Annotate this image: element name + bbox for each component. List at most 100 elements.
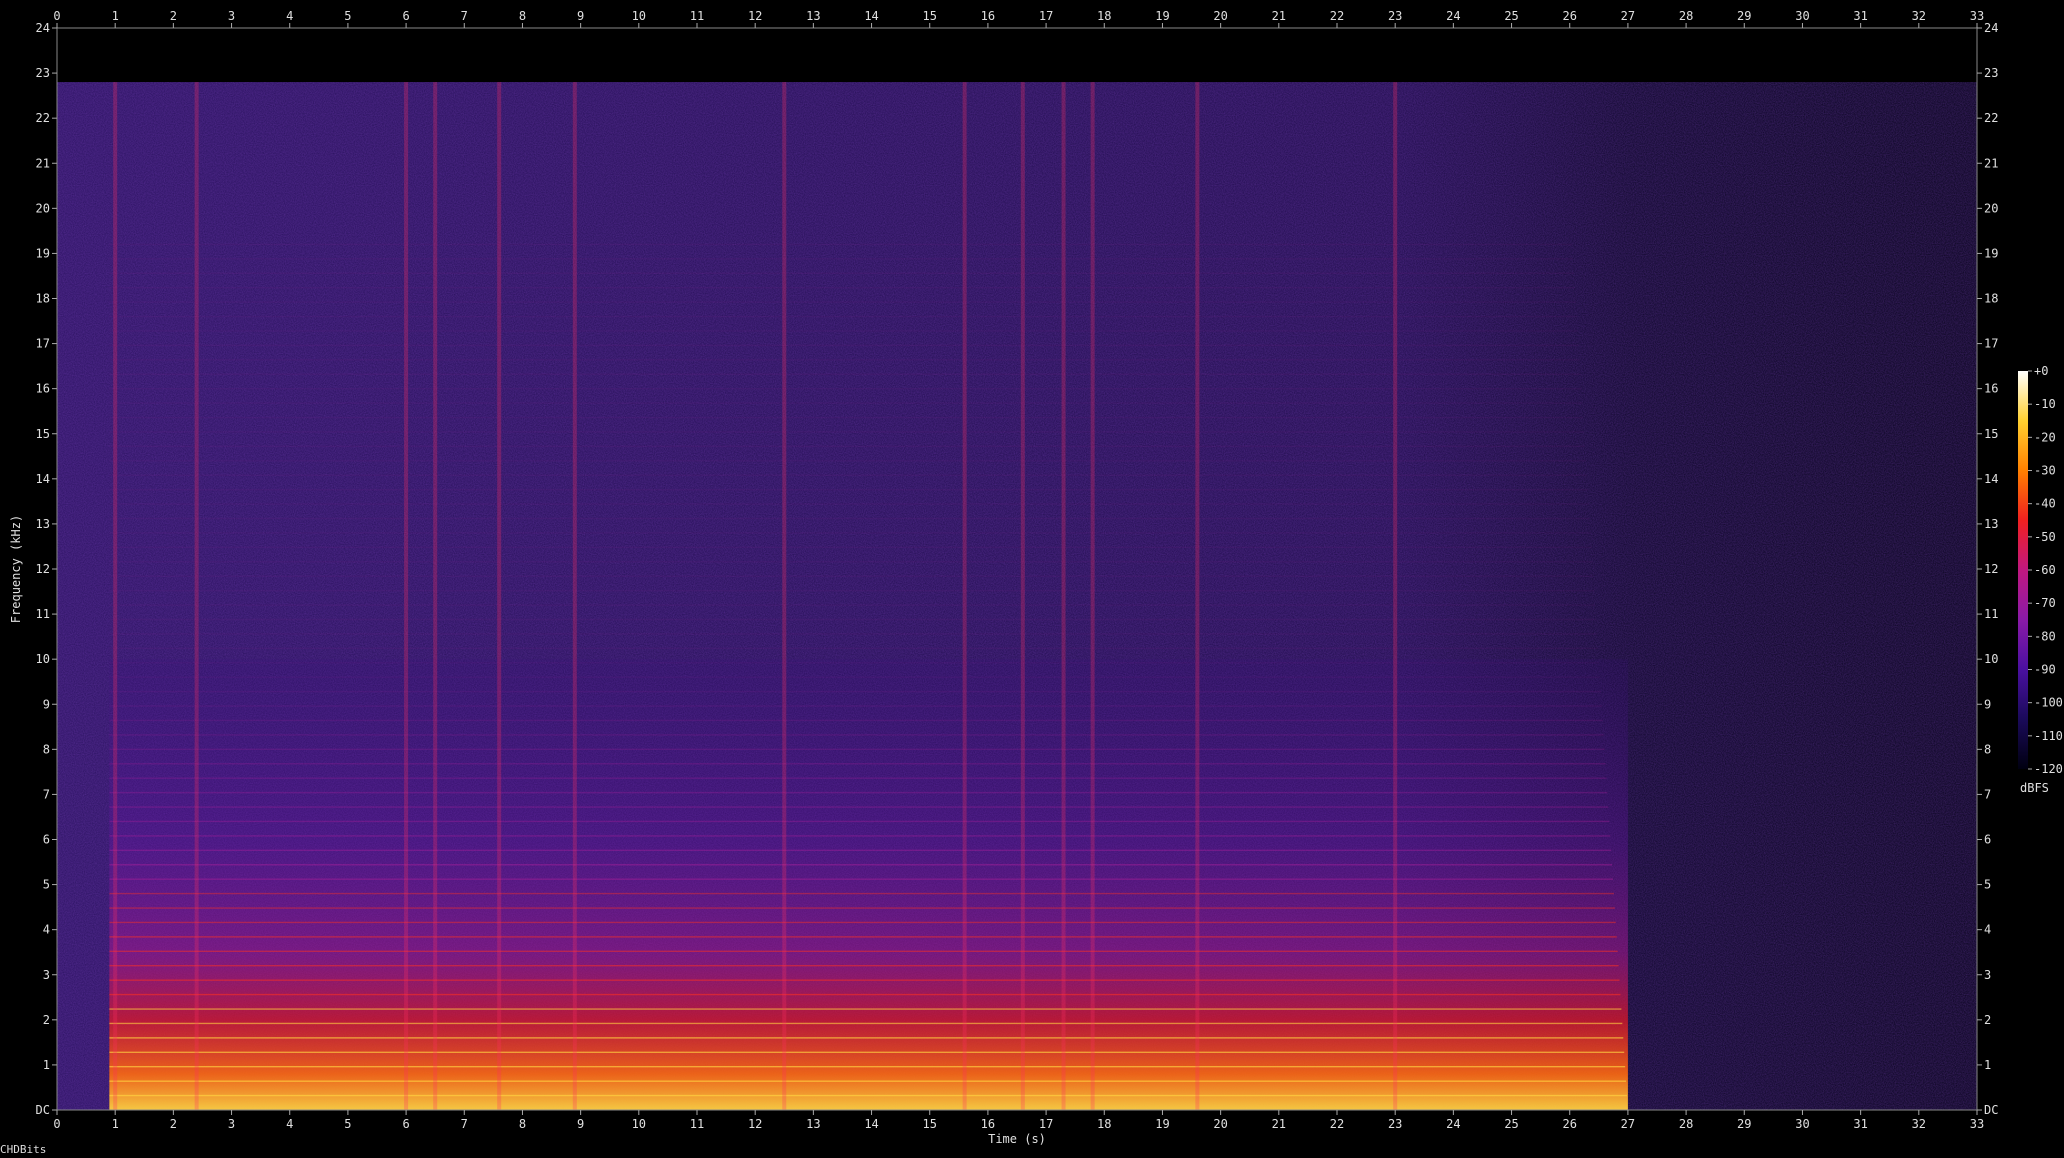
y-tick-label: 13	[1984, 517, 1998, 531]
x-tick-label: 5	[344, 9, 351, 23]
y-tick-label: 20	[1984, 201, 1998, 215]
x-tick-label: 5	[344, 1117, 351, 1131]
y-tick-label: 19	[36, 246, 50, 260]
x-tick-label: 16	[981, 1117, 995, 1131]
y-tick-label: 1	[43, 1058, 50, 1072]
y-tick-label: 14	[1984, 472, 1998, 486]
x-tick-label: 10	[632, 9, 646, 23]
colorbar-tick-label: +0	[2034, 364, 2048, 378]
x-tick-label: 25	[1504, 1117, 1518, 1131]
x-tick-label: 16	[981, 9, 995, 23]
colorbar-tick-label: -50	[2034, 530, 2056, 544]
transient-column	[782, 82, 787, 1111]
x-tick-label: 12	[748, 9, 762, 23]
x-tick-label: 22	[1330, 9, 1344, 23]
y-tick-label: 22	[36, 111, 50, 125]
colorbar-tick-label: -110	[2034, 729, 2063, 743]
y-tick-label: 3	[1984, 968, 1991, 982]
y-tick-label: 12	[36, 562, 50, 576]
x-tick-label: 18	[1097, 1117, 1111, 1131]
x-tick-label: 20	[1213, 9, 1227, 23]
x-tick-label: 28	[1679, 1117, 1693, 1131]
x-tick-label: 33	[1970, 1117, 1984, 1131]
x-tick-label: 14	[864, 1117, 878, 1131]
y-tick-label: 15	[36, 427, 50, 441]
x-tick-label: 11	[690, 9, 704, 23]
y-tick-label: 19	[1984, 246, 1998, 260]
x-axis-top: 0 1 2 3 4 5 6 7 8 9 10 11 12 13 14 15 16 17 18 19 20 21 22 23 24…	[53, 9, 1984, 28]
low-frequency-energy	[109, 659, 1628, 1110]
x-tick-label: 15	[923, 9, 937, 23]
colorbar-tick-label: -30	[2034, 464, 2056, 478]
x-tick-label: 23	[1388, 1117, 1402, 1131]
x-tick-label: 32	[1912, 1117, 1926, 1131]
x-tick-label: 11	[690, 1117, 704, 1131]
y-tick-label: 23	[36, 66, 50, 80]
y-tick-label: 11	[36, 607, 50, 621]
y-tick-label: 7	[43, 787, 50, 801]
plot-area	[56, 27, 1978, 1111]
y-axis-right: DC12345678910111213141516171819202122232…	[1977, 21, 1998, 1117]
y-tick-label: 10	[36, 652, 50, 666]
x-tick-label: 7	[461, 9, 468, 23]
colorbar-label: dBFS	[2020, 781, 2049, 795]
y-tick-label: 2	[1984, 1013, 1991, 1027]
transient-column	[433, 82, 438, 1111]
x-tick-label: 14	[864, 9, 878, 23]
y-tick-label: 7	[1984, 787, 1991, 801]
x-tick-label: 8	[519, 9, 526, 23]
y-tick-label: 5	[1984, 878, 1991, 892]
x-tick-label: 8	[519, 1117, 526, 1131]
x-tick-label: 26	[1563, 1117, 1577, 1131]
y-tick-label: 3	[43, 968, 50, 982]
y-tick-label: 17	[36, 337, 50, 351]
colorbar-tick-label: -90	[2034, 663, 2056, 677]
x-tick-label: 24	[1446, 9, 1460, 23]
transient-column	[1393, 82, 1398, 1111]
transient-column	[1020, 82, 1025, 1111]
x-tick-label: 3	[228, 9, 235, 23]
x-tick-label: 24	[1446, 1117, 1460, 1131]
x-tick-label: 6	[402, 9, 409, 23]
x-tick-label: 20	[1213, 1117, 1227, 1131]
transient-column	[404, 82, 409, 1111]
y-tick-label: 17	[1984, 337, 1998, 351]
transient-column	[1061, 82, 1066, 1111]
x-tick-label: 7	[461, 1117, 468, 1131]
y-tick-label: 24	[1984, 21, 1998, 35]
y-tick-label: 16	[36, 382, 50, 396]
x-axis-label: Time (s)	[988, 1132, 1046, 1146]
colorbar-tick-label: -100	[2034, 696, 2063, 710]
y-tick-label: 4	[43, 923, 50, 937]
x-tick-label: 0	[53, 9, 60, 23]
x-tick-label: 23	[1388, 9, 1402, 23]
x-tick-label: 19	[1155, 1117, 1169, 1131]
transient-column	[1090, 82, 1095, 1111]
x-tick-label: 19	[1155, 9, 1169, 23]
transient-column	[1195, 82, 1200, 1111]
transient-column	[572, 82, 577, 1111]
y-tick-label: 9	[1984, 697, 1991, 711]
x-tick-label: 32	[1912, 9, 1926, 23]
colorbar-tick-label: -10	[2034, 397, 2056, 411]
x-tick-label: 25	[1504, 9, 1518, 23]
x-tick-label: 30	[1795, 9, 1809, 23]
colorbar-tick-label: -40	[2034, 497, 2056, 511]
x-tick-label: 9	[577, 9, 584, 23]
y-tick-label: 22	[1984, 111, 1998, 125]
y-tick-label: 2	[43, 1013, 50, 1027]
colorbar-tick-label: -120	[2034, 762, 2063, 776]
colorbar: +0 -10 -20 -30 -40 -50 -60 -70 -80 -90 -100 -110 -12…	[2018, 364, 2063, 795]
y-tick-label: DC	[36, 1103, 50, 1117]
x-tick-label: 2	[170, 1117, 177, 1131]
x-tick-label: 31	[1853, 9, 1867, 23]
x-tick-label: 4	[286, 1117, 293, 1131]
x-tick-label: 2	[170, 9, 177, 23]
x-tick-label: 31	[1853, 1117, 1867, 1131]
x-tick-label: 27	[1621, 9, 1635, 23]
x-tick-label: 13	[806, 1117, 820, 1131]
y-tick-label: 4	[1984, 923, 1991, 937]
y-tick-label: 8	[43, 742, 50, 756]
y-tick-label: 18	[36, 292, 50, 306]
spectrogram-chart: 0 1 2 3 4 5 6 7 8 9 10 11 12 13 14 15 16 17 18 19 20 21 22 23 24…	[9, 9, 2063, 1146]
